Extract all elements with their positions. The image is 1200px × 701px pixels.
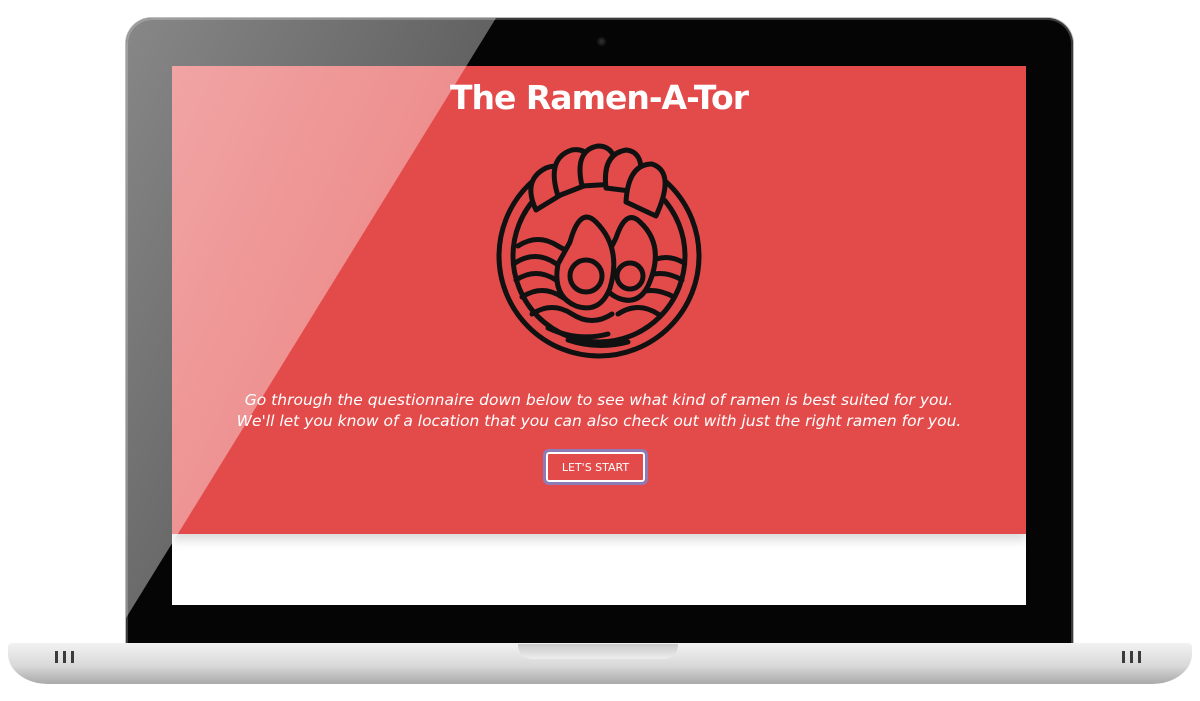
page-title: The Ramen-A-Tor: [450, 78, 749, 117]
speaker-vent-right: [1122, 650, 1148, 663]
hero-section: The Ramen-A-Tor Go through the questionn…: [172, 66, 1026, 534]
camera-icon: [597, 37, 606, 46]
speaker-vent-left: [55, 650, 81, 663]
laptop-screen: The Ramen-A-Tor Go through the questionn…: [172, 66, 1026, 605]
ramen-bowl-icon: [496, 143, 702, 359]
laptop-hinge-notch: [518, 644, 678, 659]
lets-start-button[interactable]: LET'S START: [543, 449, 648, 485]
intro-line-1: Go through the questionnaire down below …: [244, 391, 954, 409]
intro-line-2: We'll let you know of a location that yo…: [236, 412, 962, 430]
intro-text: Go through the questionnaire down below …: [172, 390, 1026, 432]
